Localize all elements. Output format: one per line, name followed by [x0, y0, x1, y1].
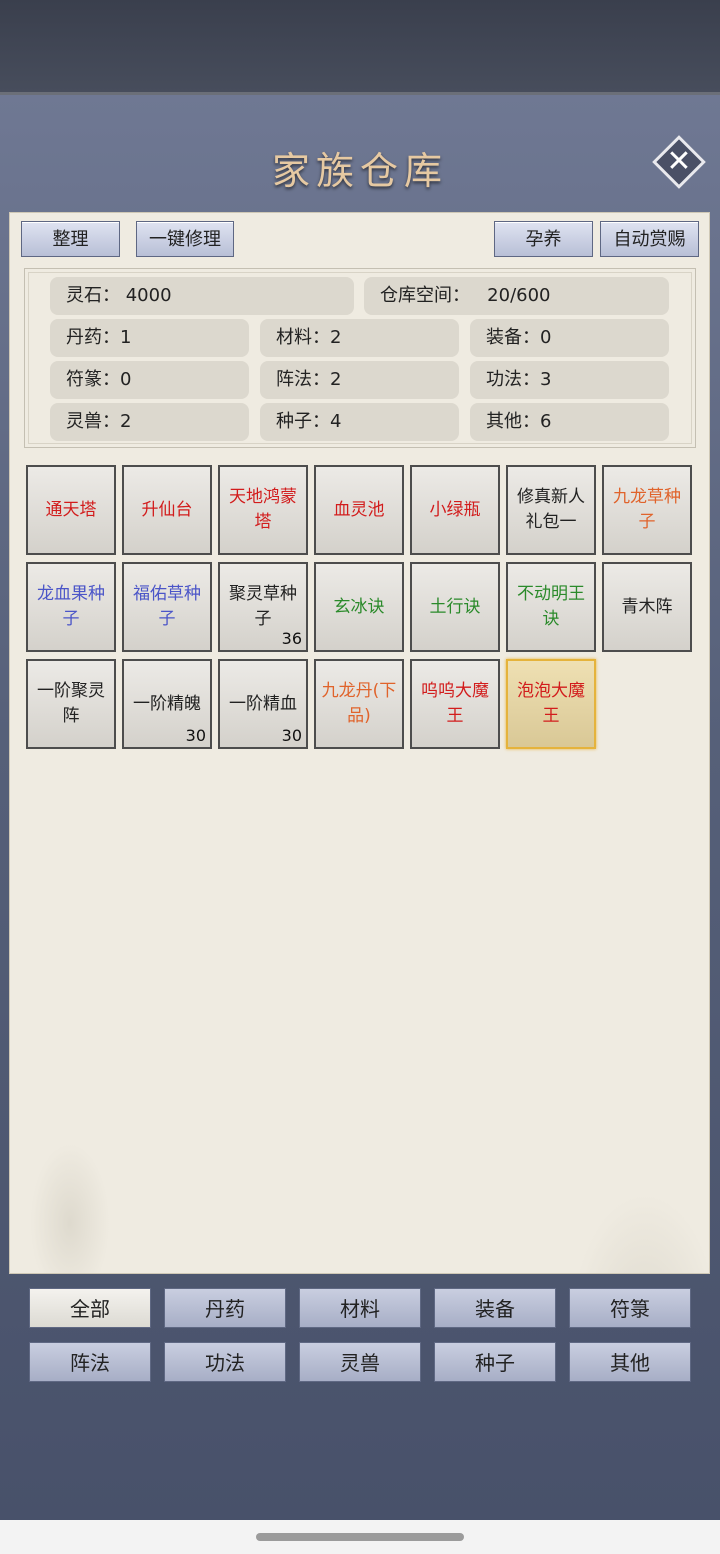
item-name: 聚灵草种子 — [229, 584, 297, 629]
home-indicator[interactable] — [256, 1533, 464, 1541]
item-name: 修真新人礼包一 — [517, 487, 585, 532]
tab-seeds[interactable]: 种子 — [434, 1342, 556, 1382]
item-name: 小绿瓶 — [429, 499, 481, 520]
item-name: 天地鸿蒙塔 — [229, 487, 297, 532]
item-slot[interactable]: 修真新人礼包一 — [506, 465, 596, 555]
item-slot[interactable]: 土行诀 — [410, 562, 500, 652]
item-name: 不动明王诀 — [517, 584, 585, 629]
storage-space-stat: 仓库空间： 20/600 — [364, 277, 669, 315]
item-name: 一阶聚灵阵 — [37, 681, 105, 726]
item-count: 30 — [281, 726, 302, 745]
pills-stat: 丹药：1 — [50, 319, 249, 357]
beasts-stat: 灵兽：2 — [50, 403, 249, 441]
item-slot[interactable]: 九龙草种子 — [602, 465, 692, 555]
tab-others[interactable]: 其他 — [569, 1342, 691, 1382]
tab-all[interactable]: 全部 — [29, 1288, 151, 1328]
item-slot[interactable]: 通天塔 — [26, 465, 116, 555]
item-slot[interactable]: 福佑草种子 — [122, 562, 212, 652]
nurture-button[interactable]: 孕养 — [494, 221, 593, 257]
tab-equipment[interactable]: 装备 — [434, 1288, 556, 1328]
item-name: 升仙台 — [141, 499, 193, 520]
tab-pills[interactable]: 丹药 — [164, 1288, 286, 1328]
tab-talismans[interactable]: 符箓 — [569, 1288, 691, 1328]
item-name: 玄冰诀 — [333, 596, 385, 617]
item-name: 血灵池 — [333, 499, 385, 520]
item-slot[interactable]: 龙血果种子 — [26, 562, 116, 652]
tab-techniques[interactable]: 功法 — [164, 1342, 286, 1382]
item-slot[interactable]: 一阶精血 30 — [218, 659, 308, 749]
others-stat: 其他：6 — [470, 403, 669, 441]
item-name: 一阶精魄 — [133, 693, 201, 714]
item-count: 30 — [185, 726, 206, 745]
item-slot[interactable]: 血灵池 — [314, 465, 404, 555]
item-name: 土行诀 — [429, 596, 481, 617]
item-name: 呜呜大魔王 — [421, 681, 489, 726]
one-click-repair-button[interactable]: 一键修理 — [136, 221, 234, 257]
talismans-stat: 符篆：0 — [50, 361, 249, 399]
tab-materials[interactable]: 材料 — [299, 1288, 421, 1328]
equipment-stat: 装备：0 — [470, 319, 669, 357]
item-count: 36 — [281, 629, 302, 648]
close-icon: ✕ — [666, 144, 692, 179]
tab-beasts[interactable]: 灵兽 — [299, 1342, 421, 1382]
item-slot[interactable]: 天地鸿蒙塔 — [218, 465, 308, 555]
item-name: 泡泡大魔王 — [517, 681, 585, 726]
bamboo-decoration-right — [570, 1193, 709, 1273]
item-slot[interactable]: 九龙丹(下品) — [314, 659, 404, 749]
item-name: 一阶精血 — [229, 693, 297, 714]
item-name: 通天塔 — [45, 499, 97, 520]
item-slot[interactable]: 一阶聚灵阵 — [26, 659, 116, 749]
item-slot[interactable]: 呜呜大魔王 — [410, 659, 500, 749]
close-button[interactable]: ✕ — [651, 134, 707, 190]
item-name: 九龙丹(下品) — [321, 681, 397, 726]
top-banner — [0, 0, 720, 95]
spirit-stone-stat: 灵石： 4000 — [50, 277, 354, 315]
item-slot[interactable]: 一阶精魄 30 — [122, 659, 212, 749]
item-slot[interactable]: 泡泡大魔王 — [506, 659, 596, 749]
auto-reward-button[interactable]: 自动赏赐 — [600, 221, 699, 257]
item-name: 龙血果种子 — [37, 584, 105, 629]
item-name: 九龙草种子 — [613, 487, 681, 532]
item-slot[interactable]: 玄冰诀 — [314, 562, 404, 652]
item-name: 福佑草种子 — [133, 584, 201, 629]
formations-stat: 阵法：2 — [260, 361, 459, 399]
seeds-stat: 种子：4 — [260, 403, 459, 441]
item-slot[interactable]: 不动明王诀 — [506, 562, 596, 652]
techniques-stat: 功法：3 — [470, 361, 669, 399]
item-name: 青木阵 — [621, 596, 673, 617]
item-slot[interactable]: 小绿瓶 — [410, 465, 500, 555]
sort-button[interactable]: 整理 — [21, 221, 120, 257]
bamboo-decoration-left — [30, 1143, 110, 1273]
item-slot[interactable]: 聚灵草种子 36 — [218, 562, 308, 652]
tab-formations[interactable]: 阵法 — [29, 1342, 151, 1382]
page-title: 家族仓库 — [271, 149, 448, 193]
item-slot[interactable]: 升仙台 — [122, 465, 212, 555]
item-slot[interactable]: 青木阵 — [602, 562, 692, 652]
materials-stat: 材料：2 — [260, 319, 459, 357]
